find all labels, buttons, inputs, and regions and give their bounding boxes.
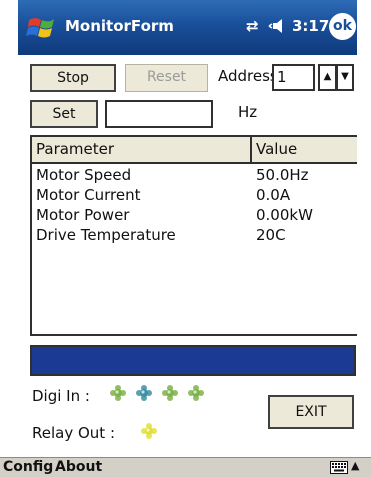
app-title: MonitorForm bbox=[65, 17, 174, 35]
address-label: Address bbox=[218, 67, 278, 85]
relay-output-label: Relay Out : bbox=[32, 424, 115, 442]
list-row[interactable]: Motor Power 0.00kW bbox=[32, 206, 357, 226]
address-down-button[interactable]: ▼ bbox=[337, 64, 354, 91]
reset-button[interactable]: Reset bbox=[125, 64, 208, 92]
title-bar: MonitorForm ⇄ 3:17 ok bbox=[18, 0, 357, 55]
digital-input-label: Digi In : bbox=[32, 387, 90, 405]
cell-value: 20C bbox=[256, 226, 286, 244]
windows-logo-icon[interactable] bbox=[25, 12, 59, 44]
clock[interactable]: 3:17 bbox=[292, 17, 329, 35]
di-2-led-icon bbox=[136, 385, 152, 401]
list-row[interactable]: Motor Current 0.0A bbox=[32, 186, 357, 206]
list-header: Parameter Value bbox=[32, 137, 361, 164]
pocketpc-screen: MonitorForm ⇄ 3:17 ok Stop Reset Address… bbox=[0, 0, 371, 477]
screen-border bbox=[357, 0, 371, 477]
connectivity-icon[interactable]: ⇄ bbox=[246, 17, 259, 35]
stop-button[interactable]: Stop bbox=[30, 64, 116, 92]
menu-about[interactable]: About bbox=[55, 458, 102, 477]
relay-1-led-icon bbox=[141, 423, 157, 439]
sip-arrow-icon[interactable]: ▲ bbox=[351, 459, 359, 472]
cell-value: 50.0Hz bbox=[256, 166, 309, 184]
column-header-value[interactable]: Value bbox=[252, 137, 361, 164]
progress-fill bbox=[32, 347, 354, 374]
monitor-form: Stop Reset Address 1 ▲ ▼ Set Hz Paramete… bbox=[18, 55, 361, 457]
exit-button[interactable]: EXIT bbox=[268, 395, 354, 429]
parameter-list[interactable]: Parameter Value Motor Speed 50.0Hz Motor… bbox=[30, 135, 361, 336]
volume-icon[interactable] bbox=[267, 15, 289, 37]
keyboard-icon[interactable] bbox=[330, 461, 348, 474]
di-3-led-icon bbox=[162, 385, 178, 401]
cell-value: 0.0A bbox=[256, 186, 291, 204]
frequency-field[interactable] bbox=[105, 100, 213, 128]
address-up-button[interactable]: ▲ bbox=[318, 64, 337, 91]
list-row[interactable]: Drive Temperature 20C bbox=[32, 226, 357, 246]
column-header-parameter[interactable]: Parameter bbox=[32, 137, 252, 164]
cell-parameter: Motor Speed bbox=[36, 166, 132, 184]
cell-parameter: Drive Temperature bbox=[36, 226, 176, 244]
di-4-led-icon bbox=[188, 385, 204, 401]
set-button[interactable]: Set bbox=[30, 100, 98, 128]
cell-parameter: Motor Current bbox=[36, 186, 141, 204]
di-1-led-icon bbox=[110, 385, 126, 401]
ok-button[interactable]: ok bbox=[329, 13, 356, 40]
menu-bar: Config About ▲ bbox=[0, 457, 371, 477]
cell-parameter: Motor Power bbox=[36, 206, 130, 224]
cell-value: 0.00kW bbox=[256, 206, 313, 224]
menu-config[interactable]: Config bbox=[3, 458, 53, 477]
progress-bar bbox=[30, 345, 356, 376]
unit-label: Hz bbox=[238, 103, 258, 121]
list-row[interactable]: Motor Speed 50.0Hz bbox=[32, 166, 357, 186]
address-field[interactable]: 1 bbox=[272, 64, 315, 91]
